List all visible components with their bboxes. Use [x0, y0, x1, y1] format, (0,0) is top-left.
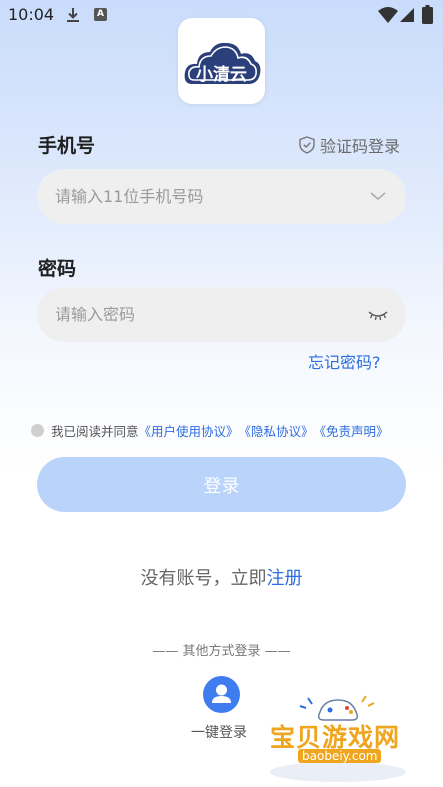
- phone-input[interactable]: [55, 169, 345, 224]
- logo-text: 小清云: [196, 65, 247, 85]
- user-agreement-link[interactable]: 《用户使用协议》: [139, 421, 239, 440]
- other-login-title: —— 其他方式登录 ——: [152, 644, 291, 659]
- agreement-checkbox[interactable]: [31, 424, 44, 437]
- login-button[interactable]: 登录: [37, 457, 406, 512]
- sms-login-label: 验证码登录: [320, 137, 401, 156]
- watermark-url: baobeiy.com: [298, 749, 382, 763]
- watermark: 宝贝游戏网 baobeiy.com: [262, 690, 422, 782]
- download-icon: [67, 8, 79, 22]
- eye-closed-icon[interactable]: [368, 306, 388, 322]
- status-time: 10:04: [8, 5, 55, 24]
- signal-icon: [400, 8, 414, 22]
- privacy-link[interactable]: 《隐私协议》: [239, 421, 314, 440]
- register-prompt: 没有账号，立即: [140, 568, 267, 589]
- shield-check-icon: [299, 136, 315, 154]
- agreement-prefix: 我已阅读并同意: [51, 424, 139, 439]
- one-key-login-label: 一键登录: [191, 725, 247, 741]
- password-label: 密码: [38, 258, 77, 280]
- register-row: 没有账号，立即注册: [0, 564, 443, 590]
- a-notification-icon: A: [94, 8, 107, 21]
- agreement-row: 我已阅读并同意 《用户使用协议》 《隐私协议》 《免责声明》: [31, 421, 389, 440]
- phone-label: 手机号: [38, 135, 96, 157]
- chevron-down-icon[interactable]: [370, 189, 386, 203]
- password-input[interactable]: [55, 287, 345, 342]
- wifi-icon: [378, 7, 398, 23]
- register-link[interactable]: 注册: [267, 568, 303, 589]
- disclaimer-link[interactable]: 《免责声明》: [314, 421, 389, 440]
- battery-icon: [422, 5, 433, 24]
- one-key-login-button[interactable]: [203, 676, 240, 713]
- phone-field: [37, 169, 406, 224]
- forgot-password-link[interactable]: 忘记密码?: [308, 349, 381, 373]
- password-field: [37, 287, 406, 342]
- sms-login-button[interactable]: 验证码登录: [299, 134, 400, 156]
- app-logo: 小清云: [178, 18, 265, 104]
- user-icon: [212, 684, 231, 703]
